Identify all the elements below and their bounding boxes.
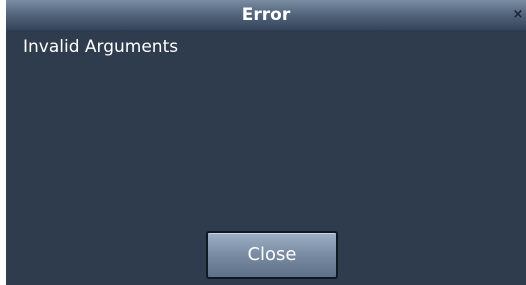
dialog-title: Error — [241, 5, 291, 25]
error-message: Invalid Arguments — [23, 37, 179, 57]
dialog-titlebar[interactable]: Error × — [6, 0, 526, 30]
close-button[interactable]: Close — [206, 231, 338, 279]
error-dialog: Error × Invalid Arguments Close — [6, 0, 526, 285]
close-icon[interactable]: × — [510, 5, 526, 25]
